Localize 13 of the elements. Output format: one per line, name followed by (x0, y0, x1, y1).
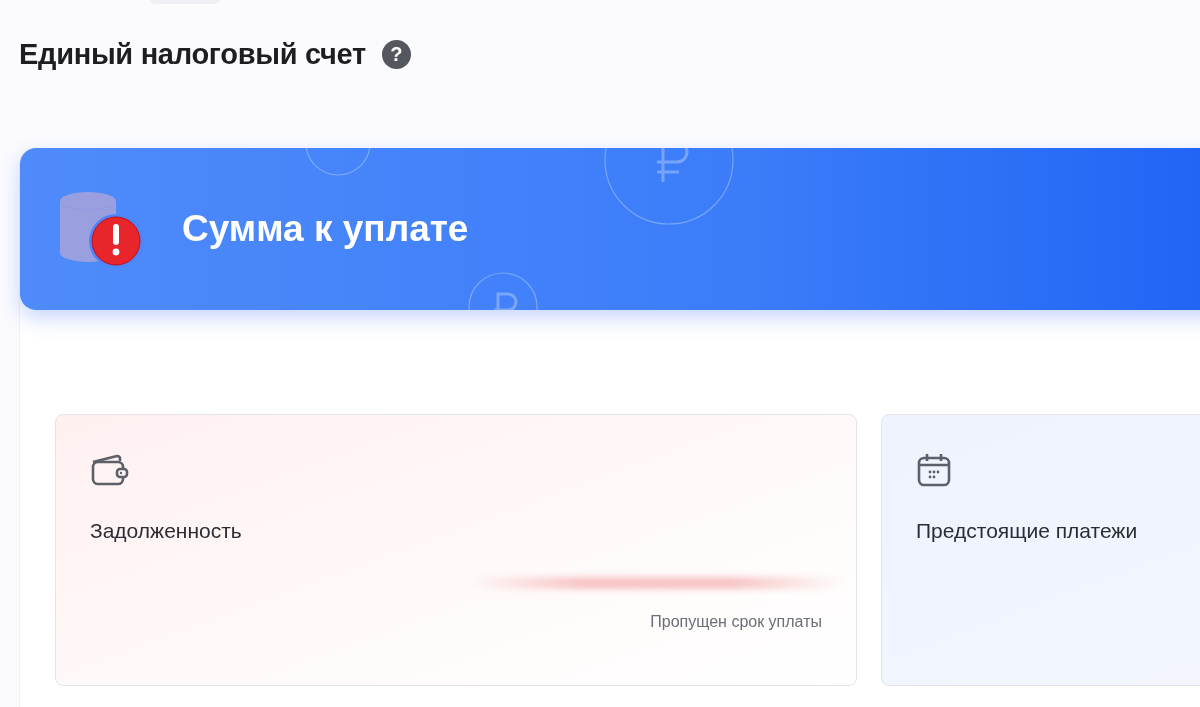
ruble-coin-icon (604, 148, 734, 225)
summary-card[interactable]: Предстоящие платежи (881, 414, 1200, 686)
ruble-coin-icon (468, 272, 538, 310)
circle-outline-icon (305, 148, 371, 176)
card-title: Задолженность (90, 519, 242, 543)
page-title: Единый налоговый счет (19, 37, 366, 71)
wallet-icon (90, 453, 130, 487)
summary-card[interactable]: Задолженность Пропущен срок уплаты (55, 414, 857, 686)
card-title: Предстоящие платежи (916, 519, 1138, 543)
help-button[interactable]: ? (381, 39, 411, 69)
banner-title: Сумма к уплате (182, 208, 469, 250)
calendar-icon (916, 452, 952, 488)
overdue-note: Пропущен срок уплаты (650, 613, 822, 631)
